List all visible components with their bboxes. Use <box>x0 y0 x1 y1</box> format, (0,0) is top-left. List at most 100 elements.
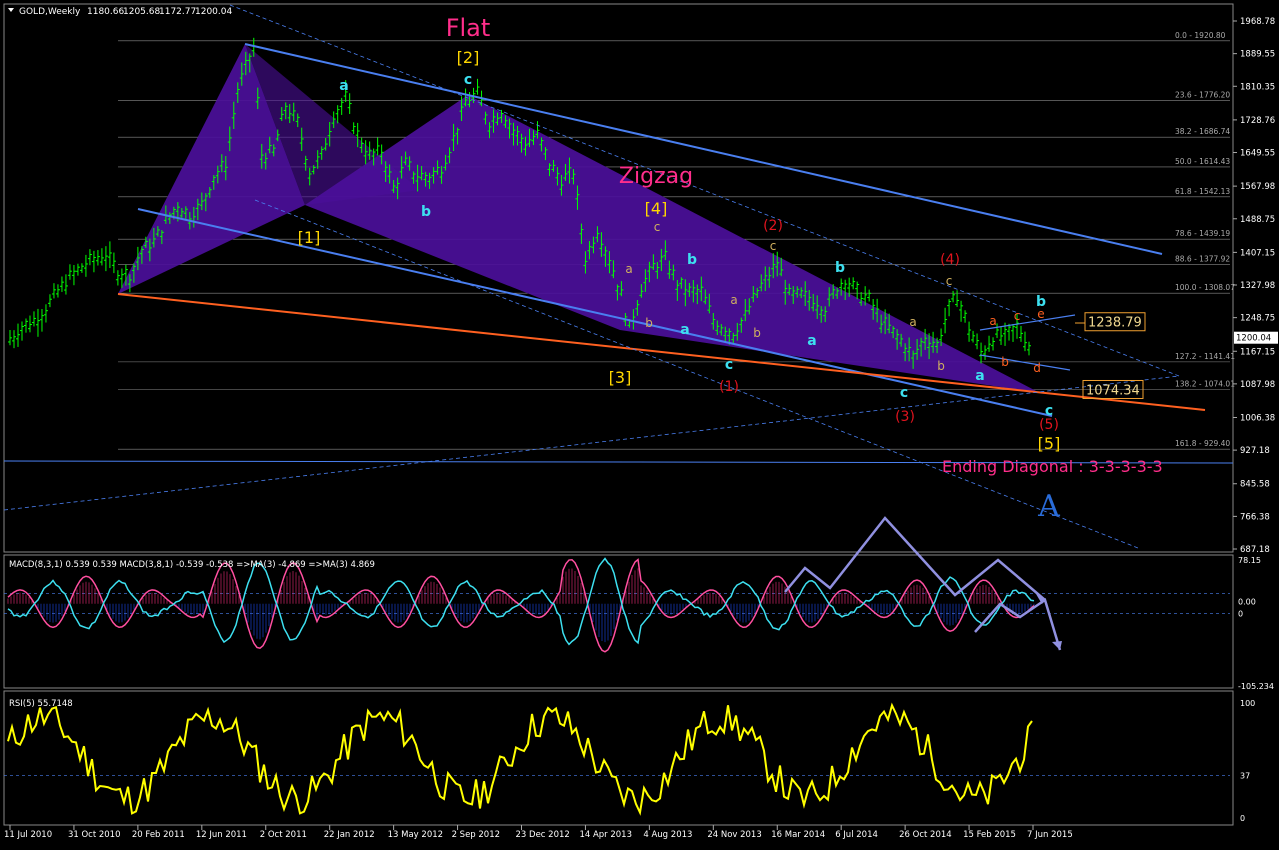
chart-canvas: 0.0 - 1920.80 23.6 - 1776.20 38.2 - 1686.7… <box>3 3 1278 840</box>
sub-label-c: c <box>946 274 953 288</box>
y-tick-label: 927.18 <box>1240 446 1270 456</box>
label-wave-(1): (1) <box>719 379 739 395</box>
label-wave-a: a <box>339 78 348 94</box>
fib-level-label: 161.8 - 929.40 <box>1175 439 1230 448</box>
sub-label-b: b <box>1001 355 1009 369</box>
label-wave-b: b <box>835 260 845 276</box>
label-wave-(4): (4) <box>940 252 960 268</box>
fib-level-label: 127.2 - 1141.41 <box>1175 352 1235 361</box>
ohlc-low: 1172.77 <box>159 7 196 17</box>
x-tick-label: 14 Apr 2013 <box>579 830 632 840</box>
price-axis: 1968.78 1889.55 1810.35 1728.76 1649.55 1567.… <box>1233 17 1278 555</box>
ohlc-close: 1200.04 <box>195 7 232 17</box>
x-tick-label: 31 Oct 2010 <box>68 830 121 840</box>
label-wave-(3): (3) <box>895 409 915 425</box>
label-wave-3: [3] <box>609 368 632 387</box>
macd-tick-label: -105.234 <box>1238 682 1274 691</box>
y-tick-label: 1248.75 <box>1240 314 1275 324</box>
x-tick-label: 16 Mar 2014 <box>771 830 825 840</box>
label-zigzag: Zigzag <box>619 164 693 189</box>
x-tick-label: 2 Oct 2011 <box>260 830 307 840</box>
y-tick-label: 1889.55 <box>1240 50 1275 60</box>
sub-label-e: e <box>1037 307 1044 321</box>
label-wave-A: A <box>1037 489 1060 524</box>
sub-label-c: c <box>770 239 777 253</box>
x-tick-label: 20 Feb 2011 <box>132 830 185 840</box>
fib-level-label: 50.0 - 1614.43 <box>1175 157 1230 166</box>
label-wave-a: a <box>807 333 816 349</box>
sub-label-a: a <box>989 314 996 328</box>
y-tick-label: 845.58 <box>1240 480 1270 490</box>
label-wave-(5): (5) <box>1039 417 1059 433</box>
label-wave-b: b <box>687 252 697 268</box>
rsi-title: RSI(5) 55.7148 <box>9 699 73 709</box>
y-tick-label: 1407.15 <box>1240 248 1275 258</box>
fib-level-label: 100.0 - 1308.07 <box>1175 283 1235 292</box>
rsi-tick-label: 100 <box>1240 699 1255 708</box>
x-tick-label: 22 Jan 2012 <box>324 830 375 840</box>
ohlc-high: 1205.68 <box>123 7 160 17</box>
label-wave-a: a <box>975 368 984 384</box>
current-price-label: 1200.04 <box>1236 334 1271 344</box>
y-tick-label: 766.38 <box>1240 512 1270 522</box>
y-tick-label: 1968.78 <box>1240 17 1275 27</box>
label-wave-a: a <box>680 322 689 338</box>
time-axis: 11 Jul 2010 31 Oct 2010 20 Feb 2011 12 Jun … <box>4 825 1073 840</box>
x-tick-label: 7 Jun 2015 <box>1027 830 1073 840</box>
fib-level-label: 88.6 - 1377.92 <box>1175 254 1230 263</box>
sub-label-c: c <box>654 220 661 234</box>
sub-label-d: d <box>1033 361 1041 375</box>
y-tick-label: 1327.98 <box>1240 281 1275 291</box>
fib-level-label: 0.0 - 1920.80 <box>1175 31 1226 40</box>
label-wave-b: b <box>421 204 431 220</box>
y-tick-label: 1728.76 <box>1240 116 1275 126</box>
macd-title: MACD(8,3,1) 0.539 0.539 MACD(3,8,1) -0.5… <box>9 560 375 570</box>
x-tick-label: 4 Aug 2013 <box>643 830 692 840</box>
x-tick-label: 11 Jul 2010 <box>4 830 52 840</box>
symbol-title: GOLD,Weekly <box>19 7 81 17</box>
label-wave-c: c <box>464 72 472 88</box>
rsi-panel <box>3 690 1234 826</box>
x-tick-label: 2 Sep 2012 <box>452 830 500 840</box>
label-wave-2: [2] <box>457 48 480 67</box>
price-box-label: 1074.34 <box>1086 383 1140 398</box>
macd-tick-label: 0.00 <box>1238 598 1256 607</box>
sub-label-b: b <box>937 359 945 373</box>
label-flat: Flat <box>446 14 491 42</box>
y-tick-label: 1567.98 <box>1240 182 1275 192</box>
rsi-tick-label: 37 <box>1240 771 1250 780</box>
label-wave-c: c <box>725 357 733 373</box>
macd-tick-label: 78.15 <box>1238 556 1261 565</box>
y-tick-label: 1006.38 <box>1240 413 1275 423</box>
fib-level-label: 38.2 - 1686.74 <box>1175 127 1230 136</box>
y-tick-label: 1810.35 <box>1240 82 1275 92</box>
rsi-tick-label: 0 <box>1240 814 1245 823</box>
x-tick-label: 12 Jun 2011 <box>196 830 247 840</box>
y-tick-label: 1167.15 <box>1240 347 1275 357</box>
y-tick-label: 1488.75 <box>1240 215 1275 225</box>
label-ending-diagonal: Ending Diagonal : 3-3-3-3-3 <box>942 457 1163 476</box>
macd-tick-label: 0 <box>1238 610 1243 619</box>
x-tick-label: 23 Dec 2012 <box>516 830 570 840</box>
sub-label-c: c <box>1014 309 1021 323</box>
sub-label-b: b <box>645 316 653 330</box>
ohlc-open: 1180.66 <box>87 7 124 17</box>
price-box-label: 1238.79 <box>1088 316 1142 331</box>
x-tick-label: 24 Nov 2013 <box>707 830 761 840</box>
x-tick-label: 26 Oct 2014 <box>899 830 952 840</box>
fib-level-label: 78.6 - 1439.19 <box>1175 229 1230 238</box>
x-tick-label: 15 Feb 2015 <box>963 830 1016 840</box>
label-wave-(2): (2) <box>763 218 783 234</box>
y-tick-label: 1649.55 <box>1240 149 1275 159</box>
x-tick-label: 13 May 2012 <box>388 830 443 840</box>
label-wave-5: [5] <box>1038 434 1061 453</box>
label-wave-1: [1] <box>298 228 321 247</box>
sub-label-a: a <box>730 293 737 307</box>
y-tick-label: 687.18 <box>1240 545 1270 555</box>
fib-level-label: 61.8 - 1542.13 <box>1175 187 1230 196</box>
label-wave-c: c <box>900 385 908 401</box>
label-wave-4: [4] <box>645 199 668 218</box>
fib-level-label: 23.6 - 1776.20 <box>1175 90 1230 99</box>
sub-label-a: a <box>625 262 632 276</box>
sub-label-a: a <box>909 315 916 329</box>
